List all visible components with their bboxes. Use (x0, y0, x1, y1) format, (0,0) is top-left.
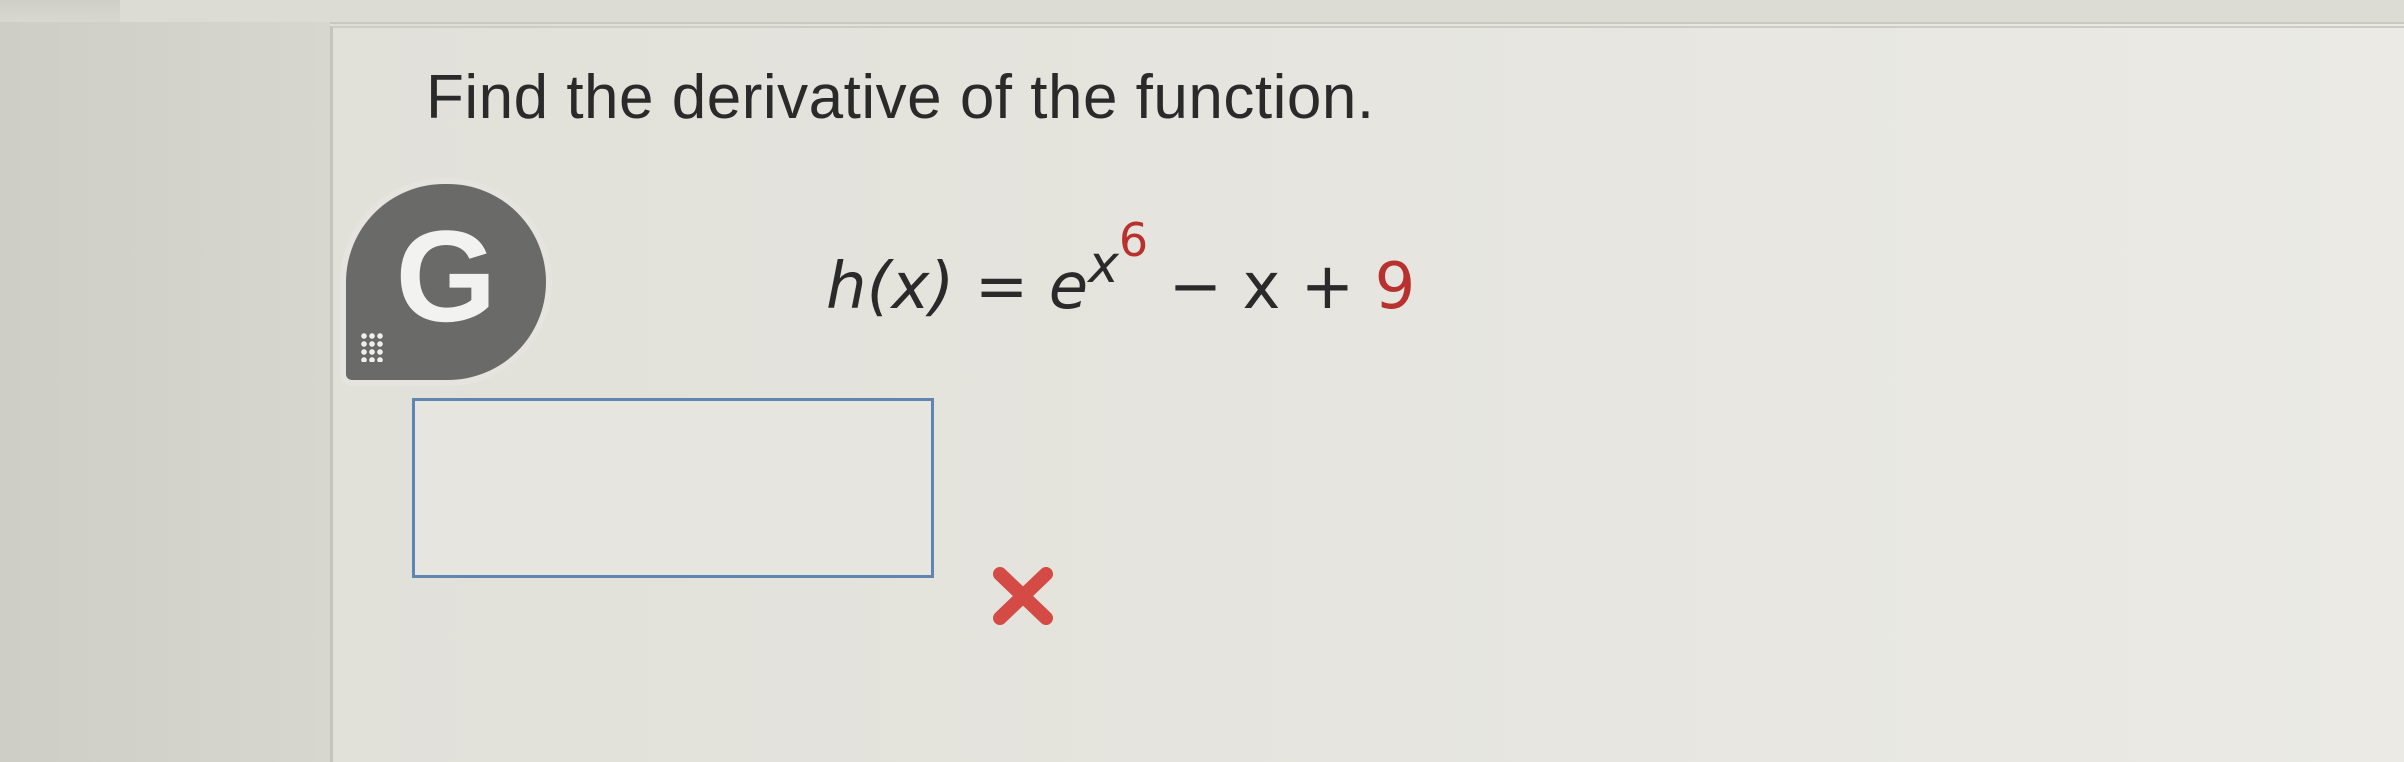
equation-base: e (1048, 250, 1089, 324)
question-prompt: Find the derivative of the function. (426, 63, 1375, 132)
equation-exponent: x6 (1088, 213, 1148, 324)
equation-lhs: h(x) (826, 250, 955, 324)
equation-equals: = (974, 250, 1029, 324)
answer-input[interactable] (412, 398, 934, 578)
top-card-edge (120, 0, 2404, 24)
g-logo-icon: G (395, 203, 497, 349)
equation-constant: 9 (1374, 250, 1416, 324)
drag-handle-icon[interactable] (360, 332, 384, 362)
question-card (330, 26, 2404, 762)
exponent-variable: x (1088, 235, 1119, 295)
exponent-power: 6 (1118, 213, 1149, 267)
page: Find the derivative of the function. G h… (0, 0, 2404, 762)
g-badge[interactable]: G (346, 184, 546, 380)
incorrect-x-icon (993, 567, 1053, 625)
left-margin (0, 22, 330, 762)
function-equation: h(x) = ex6 − x + 9 (826, 213, 1416, 324)
equation-rest: − x + (1168, 250, 1355, 324)
